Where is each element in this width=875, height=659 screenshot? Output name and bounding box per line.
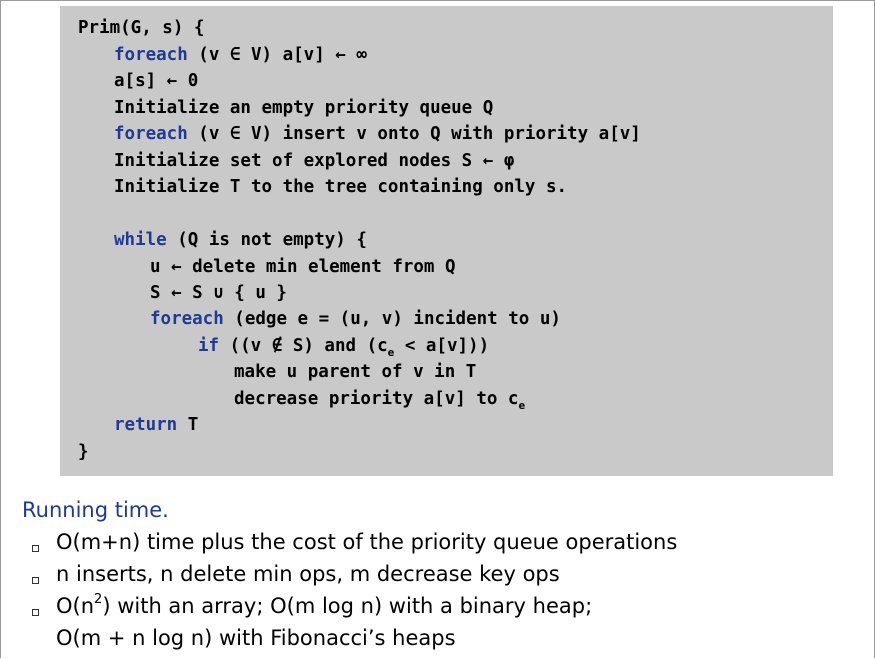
keyword: while: [114, 230, 167, 250]
bullet-square-icon: [32, 545, 39, 552]
code-line: if ((v ∉ S) and (ce < a[v])): [198, 336, 490, 359]
code-line: }: [78, 442, 89, 462]
section-title: Running time.: [22, 498, 169, 522]
code-line: foreach (v ∈ V) a[v] ← ∞: [114, 45, 367, 65]
keyword: foreach: [114, 124, 188, 144]
code-line: return T: [114, 415, 199, 435]
bullet-text: n inserts, n delete min ops, m decrease …: [56, 562, 560, 586]
code-line: foreach (v ∈ V) insert v onto Q with pri…: [114, 124, 641, 144]
code-line: u ← delete min element from Q: [150, 257, 456, 277]
bullet-text-continuation: O(m + n log n) with Fibonacci’s heaps: [56, 626, 456, 650]
bullet-text: O(m+n) time plus the cost of the priorit…: [56, 530, 678, 554]
code-line: decrease priority a[v] to ce: [234, 389, 526, 412]
bullet-text: O(n2) with an array; O(m log n) with a b…: [56, 592, 593, 618]
code-line: a[s] ← 0: [114, 71, 199, 91]
code-line: Prim(G, s) {: [78, 18, 205, 38]
code-line: foreach (edge e = (u, v) incident to u): [150, 309, 561, 329]
keyword: return: [114, 415, 178, 435]
code-line: make u parent of v in T: [234, 362, 477, 382]
keyword: foreach: [114, 45, 188, 65]
code-line: Initialize an empty priority queue Q: [114, 98, 494, 118]
code-line: Initialize set of explored nodes S ← φ: [114, 151, 515, 171]
code-line: while (Q is not empty) {: [114, 230, 367, 250]
keyword: foreach: [150, 309, 224, 329]
code-line: S ← S ∪ { u }: [150, 283, 287, 303]
pseudocode-block: Prim(G, s) { foreach (v ∈ V) a[v] ← ∞ a[…: [60, 6, 833, 476]
keyword: if: [198, 336, 220, 356]
code-line: Initialize T to the tree containing only…: [114, 177, 568, 197]
bullet-square-icon: [32, 609, 39, 616]
bullet-square-icon: [32, 577, 39, 584]
